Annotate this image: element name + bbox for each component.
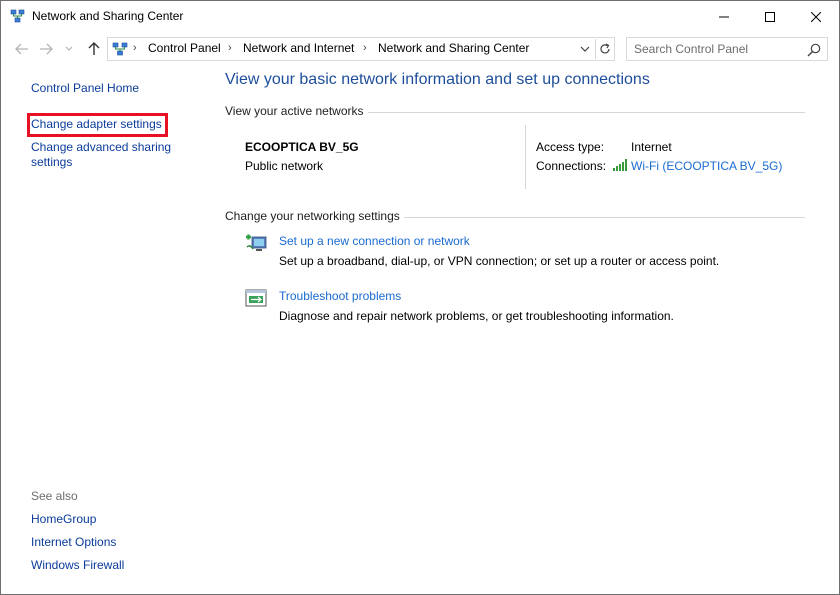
access-type-label: Access type: (536, 140, 605, 154)
section-divider (368, 112, 805, 113)
change-adapter-settings-link[interactable]: Change adapter settings (27, 113, 168, 137)
network-sharing-center-window: Network and Sharing Center › Control Pan… (0, 0, 840, 595)
setup-new-connection-description: Set up a broadband, dial-up, or VPN conn… (279, 254, 720, 268)
navigation-bar: › Control Panel › Network and Internet ›… (1, 34, 839, 64)
troubleshoot-icon (245, 289, 267, 307)
network-category[interactable]: Public network (245, 159, 323, 173)
breadcrumb-separator-icon: › (228, 42, 232, 54)
homegroup-link[interactable]: HomeGroup (31, 512, 96, 527)
new-connection-icon (246, 234, 267, 251)
page-title: View your basic network information and … (225, 71, 650, 88)
refresh-icon (600, 43, 610, 54)
search-input[interactable]: Search Control Panel (626, 37, 828, 61)
change-advanced-sharing-link-line2[interactable]: settings (31, 155, 72, 170)
back-button[interactable] (12, 39, 32, 59)
breadcrumb-separator-icon: › (363, 42, 367, 54)
breadcrumb-control-panel[interactable]: Control Panel (148, 41, 221, 55)
maximize-icon (765, 11, 775, 22)
minimize-icon (719, 16, 729, 17)
window-title: Network and Sharing Center (32, 9, 184, 23)
control-panel-icon (112, 42, 128, 56)
left-navigation-pane: Control Panel Home Change adapter settin… (1, 65, 213, 595)
maximize-button[interactable] (747, 1, 793, 32)
main-content: View your basic network information and … (213, 65, 839, 595)
connections-label: Connections: (536, 159, 607, 173)
see-also-heading: See also (31, 489, 78, 503)
chevron-down-icon (580, 46, 590, 52)
chevron-down-icon (65, 46, 73, 51)
forward-button[interactable] (36, 39, 56, 59)
wifi-connection-link[interactable]: Wi-Fi (ECOOPTICA BV_5G) (631, 159, 782, 173)
arrow-right-icon (40, 43, 53, 55)
troubleshoot-problems-description: Diagnose and repair network problems, or… (279, 309, 674, 323)
breadcrumb-separator-icon: › (133, 42, 137, 54)
breadcrumb-network-and-internet[interactable]: Network and Internet (243, 41, 354, 55)
wifi-signal-icon (613, 159, 627, 171)
change-advanced-sharing-link-line1[interactable]: Change advanced sharing (31, 140, 171, 155)
windows-firewall-link[interactable]: Windows Firewall (31, 558, 124, 573)
minimize-button[interactable] (701, 1, 747, 32)
troubleshoot-problems-link[interactable]: Troubleshoot problems (279, 289, 401, 303)
arrow-left-icon (15, 43, 28, 55)
network-center-icon (10, 9, 25, 23)
access-type-value: Internet (631, 140, 672, 154)
address-bar[interactable]: › Control Panel › Network and Internet ›… (107, 37, 615, 61)
address-history-button[interactable] (576, 40, 594, 58)
up-button[interactable] (84, 39, 104, 59)
refresh-button[interactable] (595, 39, 614, 59)
active-networks-heading: View your active networks (225, 104, 364, 118)
setup-new-connection-link[interactable]: Set up a new connection or network (279, 234, 470, 248)
close-icon (811, 11, 821, 22)
section-divider (404, 217, 805, 218)
change-settings-heading: Change your networking settings (225, 209, 400, 223)
internet-options-link[interactable]: Internet Options (31, 535, 116, 550)
title-bar: Network and Sharing Center (1, 1, 839, 33)
network-name: ECOOPTICA BV_5G (245, 140, 359, 154)
search-placeholder: Search Control Panel (634, 42, 749, 56)
recent-locations-button[interactable] (63, 39, 75, 59)
close-button[interactable] (793, 1, 839, 32)
arrow-up-icon (88, 42, 100, 55)
breadcrumb-network-and-sharing-center[interactable]: Network and Sharing Center (378, 41, 529, 55)
vertical-divider (525, 125, 526, 189)
control-panel-home-link[interactable]: Control Panel Home (31, 81, 139, 96)
search-icon[interactable] (806, 42, 822, 58)
